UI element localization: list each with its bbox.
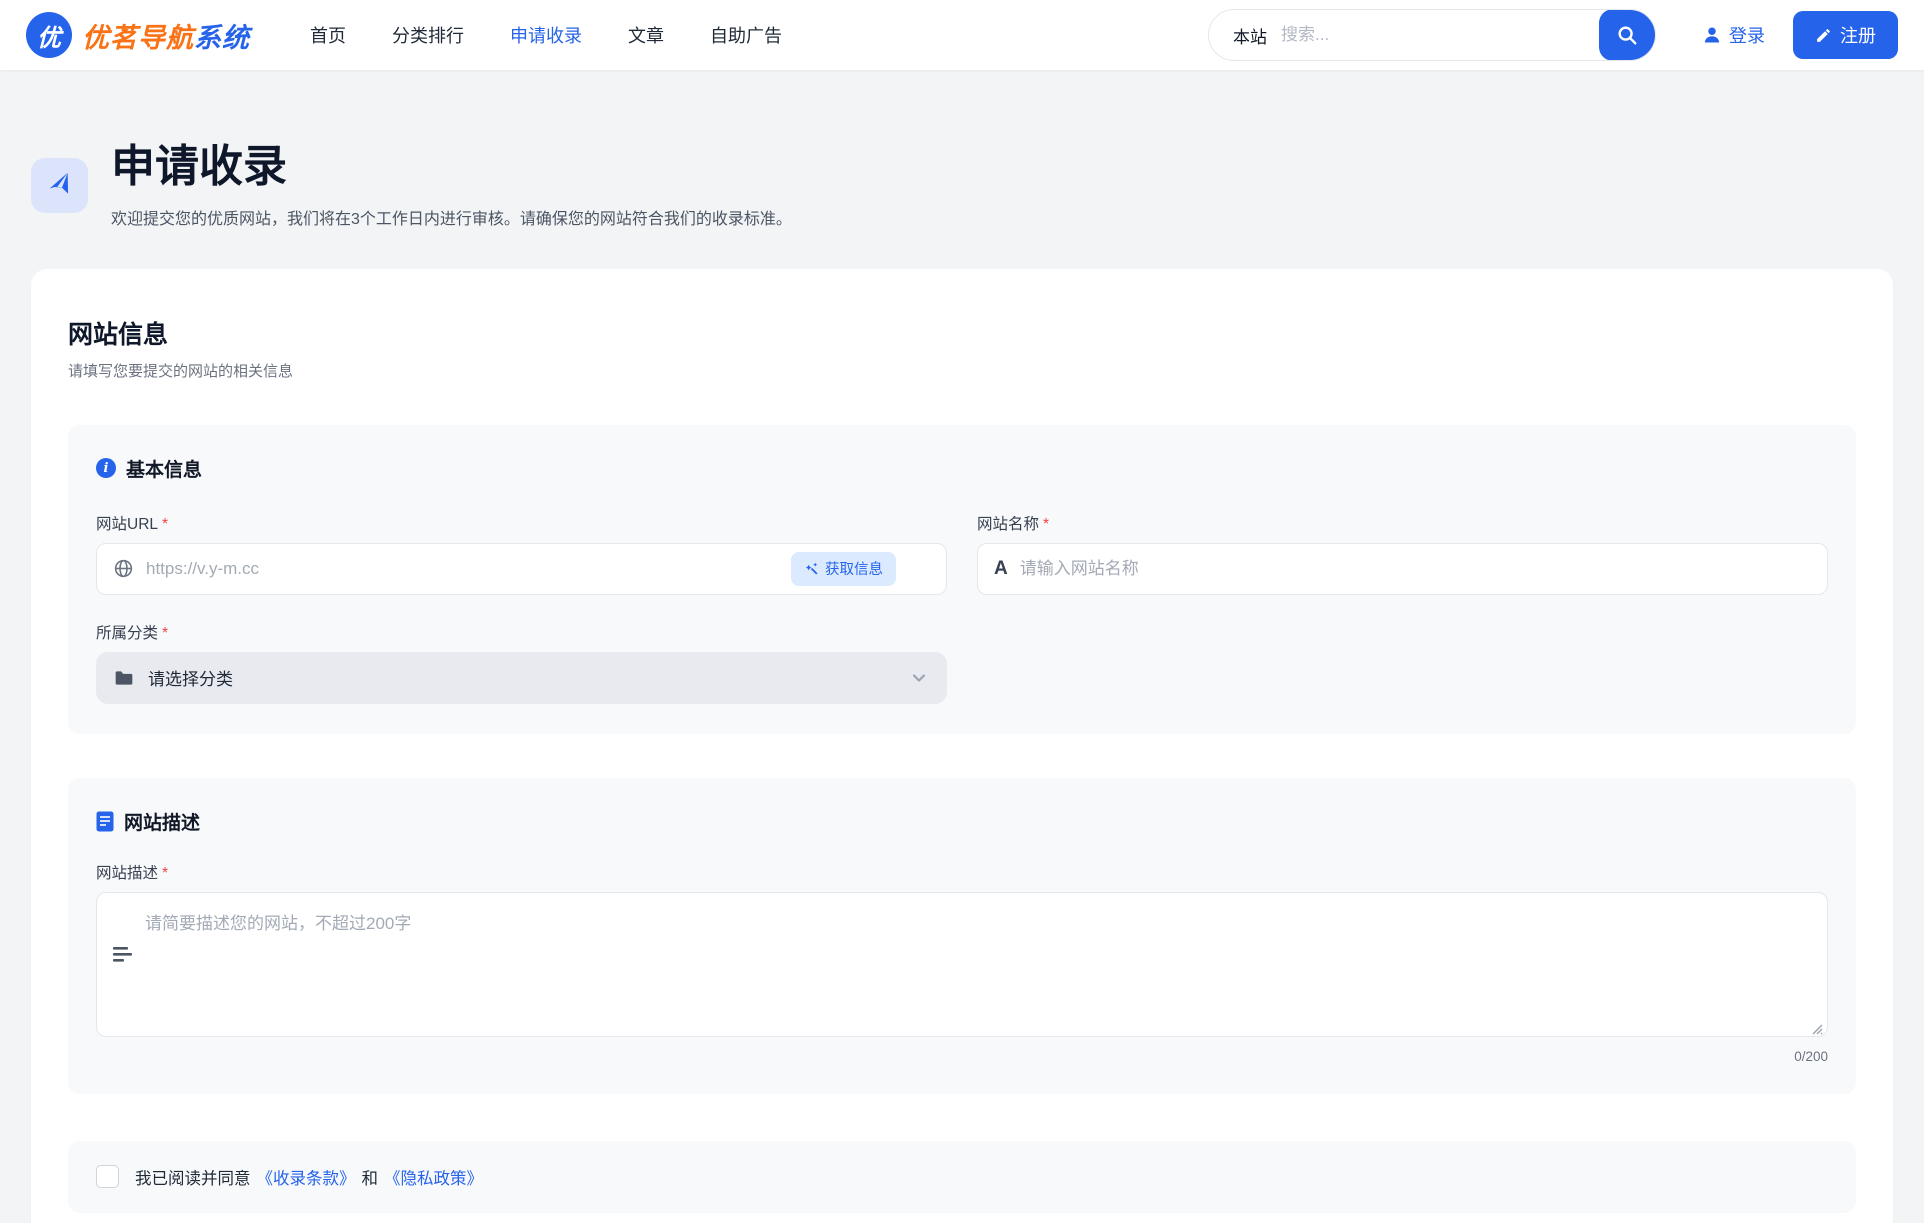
category-label: 所属分类* [96,621,947,643]
folder-icon [114,669,134,687]
letter-a-icon: A [994,558,1008,580]
nav-item-articles[interactable]: 文章 [628,22,664,48]
logo-mark-icon: 优 [26,12,72,58]
register-button[interactable]: 注册 [1793,11,1898,59]
search-button[interactable] [1599,9,1655,61]
basic-info-title: 基本信息 [126,455,202,482]
privacy-link[interactable]: 《隐私政策》 [384,1165,483,1189]
website-name-field-group: 网站名称* A [977,512,1828,595]
agreement-prefix: 我已阅读并同意 [135,1165,251,1189]
description-section: 网站描述 网站描述* 0/200 [68,778,1856,1094]
main-nav: 首页 分类排行 申请收录 文章 自助广告 [310,22,782,48]
page-header-text: 申请收录 欢迎提交您的优质网站，我们将在3个工作日内进行审核。请确保您的网站符合… [111,142,792,229]
form-subtitle: 请填写您要提交的网站的相关信息 [68,360,1856,381]
login-link[interactable]: 登录 [1702,22,1765,48]
website-name-input[interactable] [1020,559,1811,579]
agreement-checkbox[interactable] [96,1165,119,1188]
basic-fields-row: 网站URL* [96,512,1828,595]
pencil-icon [1815,27,1832,44]
form-title: 网站信息 [68,315,1856,351]
text-lines-icon [113,946,133,964]
basic-info-header: i 基本信息 [96,455,1828,482]
agreement-text: 我已阅读并同意 《收录条款》 和 《隐私政策》 [135,1165,483,1189]
document-icon [96,811,114,832]
info-icon: i [96,458,116,478]
required-mark: * [162,865,168,882]
fetch-info-label: 获取信息 [825,558,883,579]
website-url-label: 网站URL* [96,512,947,534]
search-icon [1616,24,1638,46]
terms-link[interactable]: 《收录条款》 [257,1165,356,1189]
search-bar: 本站 [1208,9,1656,61]
description-header: 网站描述 [96,808,1828,835]
nav-item-apply-inclusion[interactable]: 申请收录 [510,22,582,48]
required-mark: * [1043,516,1049,533]
nav-item-category-ranking[interactable]: 分类排行 [392,22,464,48]
description-title: 网站描述 [124,808,200,835]
top-navbar: 优 优茗导航系统 首页 分类排行 申请收录 文章 自助广告 本站 [0,0,1924,70]
fetch-info-button[interactable]: 获取信息 [791,552,896,586]
user-icon [1702,25,1722,45]
magic-wand-icon [804,561,819,576]
basic-info-section: i 基本信息 网站URL* [68,425,1856,734]
category-field-group: 所属分类* 请选择分类 [96,621,947,704]
login-label: 登录 [1729,22,1765,48]
website-name-input-wrap: A [977,543,1828,595]
description-textarea[interactable] [96,892,1828,1037]
search-scope-select[interactable]: 本站 [1209,23,1281,48]
description-label: 网站描述* [96,861,1828,883]
page-header: 申请收录 欢迎提交您的优质网站，我们将在3个工作日内进行审核。请确保您的网站符合… [31,142,1893,229]
paper-plane-icon [31,158,88,213]
website-url-input-wrap: 获取信息 [96,543,947,595]
globe-icon [113,558,134,579]
website-info-card: 网站信息 请填写您要提交的网站的相关信息 i 基本信息 网站URL* [31,269,1893,1223]
category-selected-value: 请选择分类 [148,665,909,690]
category-select[interactable]: 请选择分类 [96,652,947,704]
page-title: 申请收录 [111,142,792,193]
agreement-conjunction: 和 [362,1165,379,1189]
page-subtitle: 欢迎提交您的优质网站，我们将在3个工作日内进行审核。请确保您的网站符合我们的收录… [111,205,792,229]
navbar-right: 本站 登录 [1208,9,1898,61]
nav-item-self-ads[interactable]: 自助广告 [710,22,782,48]
website-name-label: 网站名称* [977,512,1828,534]
search-input[interactable] [1281,25,1599,45]
agreement-section: 我已阅读并同意 《收录条款》 和 《隐私政策》 [68,1141,1856,1213]
website-url-field-group: 网站URL* [96,512,947,595]
site-name: 优茗导航系统 [82,16,250,55]
required-mark: * [162,516,168,533]
char-counter: 0/200 [96,1049,1828,1064]
register-label: 注册 [1840,22,1876,48]
description-textarea-wrap [96,892,1828,1042]
nav-item-home[interactable]: 首页 [310,22,346,48]
required-mark: * [162,625,168,642]
chevron-down-icon [909,668,929,688]
description-field-group: 网站描述* 0/200 [96,861,1828,1064]
site-logo[interactable]: 优 优茗导航系统 [26,12,250,58]
